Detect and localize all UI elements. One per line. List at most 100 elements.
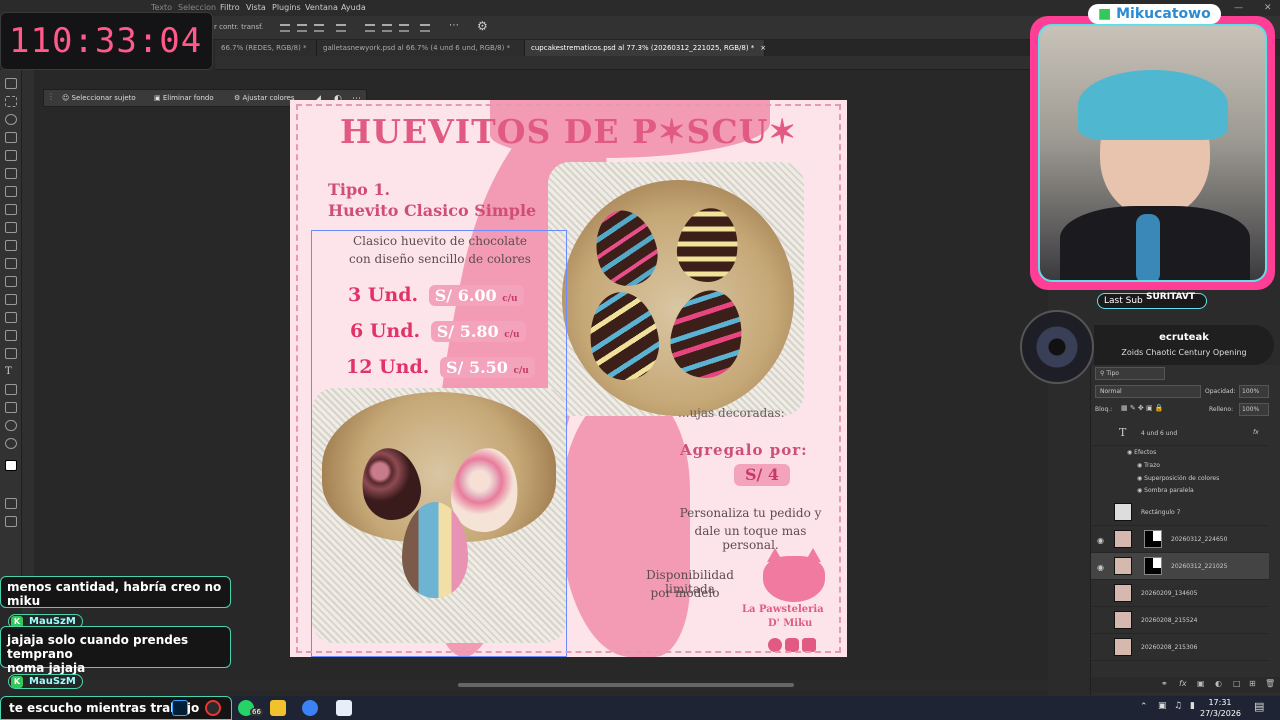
distribute-vertical-icon[interactable] (420, 24, 430, 32)
pen-tool-icon[interactable] (5, 348, 17, 359)
document-canvas[interactable]: HUEVITOS DE P✶SCU✶ Tipo 1. Huevito Clasi… (290, 100, 847, 657)
clock[interactable]: 17:31 27/3/2026 (1200, 697, 1241, 719)
add-fx-icon[interactable]: fx (1179, 679, 1187, 688)
instagram-icon (785, 638, 799, 652)
trash-icon[interactable]: 🗑 (1265, 679, 1275, 688)
show-transform-controls-label[interactable]: r contr. transf. (214, 23, 263, 31)
lasso-tool-icon[interactable] (5, 114, 17, 125)
gear-icon[interactable]: ⚙ (477, 19, 488, 33)
hand-tool-icon[interactable] (5, 420, 17, 431)
add-mask-icon[interactable]: ▣ (1197, 679, 1205, 688)
blur-tool-icon[interactable] (5, 312, 17, 323)
layer-rectangle[interactable]: Rectángulo 7 (1091, 499, 1269, 526)
path-select-icon[interactable] (5, 384, 17, 395)
layer-image-215306[interactable]: 20260208_215306 (1091, 634, 1269, 661)
layer-mask-thumbnail[interactable] (1144, 557, 1162, 575)
more-options-icon[interactable]: ⋯ (449, 20, 459, 31)
layer-image-221025[interactable]: ◉ 20260312_221025 (1091, 553, 1269, 580)
visibility-eye-icon[interactable]: ◉ (1097, 563, 1104, 572)
tab-galletas[interactable]: galletasnewyork.psd al 66.7% (4 und 6 un… (317, 40, 525, 56)
foreground-color-swatch[interactable] (5, 460, 17, 471)
obs-icon[interactable] (205, 700, 221, 716)
move-tool-icon[interactable] (5, 78, 17, 89)
drag-handle-icon[interactable]: ⋮ (47, 92, 55, 101)
menu-item-filtro[interactable]: Filtro (220, 3, 240, 12)
photo-eggs-marble[interactable] (312, 388, 566, 643)
layer-mask-thumbnail[interactable] (1144, 530, 1162, 548)
new-layer-icon[interactable]: ⊞ (1249, 679, 1256, 688)
align-middle-icon[interactable] (382, 24, 392, 32)
tab-cupcakes[interactable]: cupcakestrematicos.psd al 77.3% (2026031… (525, 40, 766, 56)
scrollbar-thumb[interactable] (458, 683, 794, 687)
select-subject-button[interactable]: ☺ Seleccionar sujeto (62, 94, 136, 102)
notepad-icon[interactable] (336, 700, 352, 716)
quick-mask-icon[interactable] (5, 498, 17, 509)
rectangle-tool-icon[interactable] (5, 402, 17, 413)
add-price-pill: S/ 4 (734, 464, 790, 486)
fill-input[interactable]: 100% (1239, 403, 1269, 416)
visibility-eye-icon[interactable]: ◉ (1097, 536, 1104, 545)
filter-kind-select[interactable]: ⚲ Tipo (1095, 367, 1165, 380)
align-left-icon[interactable] (280, 24, 290, 32)
effect-stroke[interactable]: ◉ Trazo (1137, 462, 1160, 469)
object-select-icon[interactable] (5, 132, 17, 143)
frame-tool-icon[interactable] (5, 168, 17, 179)
stamp-tool-icon[interactable] (5, 240, 17, 251)
tab-redes[interactable]: 66.7% (REDES, RGB/8) * (215, 40, 317, 56)
menu-item-vista[interactable]: Vista (246, 3, 266, 12)
effect-drop-shadow[interactable]: ◉ Sombra paralela (1137, 487, 1194, 494)
healing-brush-icon[interactable] (5, 204, 17, 215)
align-bottom-icon[interactable] (399, 24, 409, 32)
effect-color-overlay[interactable]: ◉ Superposición de colores (1137, 475, 1219, 482)
zoom-tool-icon[interactable] (5, 438, 17, 449)
layer-image-134605[interactable]: 20260209_134605 (1091, 580, 1269, 607)
description-line-1: Clasico huevito de chocolate (352, 234, 528, 248)
gradient-tool-icon[interactable] (5, 294, 17, 305)
layer-image-215524[interactable]: 20260208_215524 (1091, 607, 1269, 634)
lock-icons[interactable]: ▦ ✎ ✥ ▣ 🔒 (1121, 404, 1164, 412)
menu-item-ventana[interactable]: Ventana (305, 3, 338, 12)
brush-tool-icon[interactable] (5, 222, 17, 233)
type-tool-icon[interactable]: T (5, 366, 17, 377)
screen-mode-icon[interactable] (5, 516, 17, 527)
marquee-tool-icon[interactable] (5, 96, 17, 107)
file-explorer-icon[interactable] (270, 700, 286, 716)
browser-icon[interactable] (302, 700, 318, 716)
eyedropper-icon[interactable] (5, 186, 17, 197)
price-unit: c/u (504, 330, 520, 340)
menu-item-plugins[interactable]: Plugins (272, 3, 301, 12)
opacity-input[interactable]: 100% (1239, 385, 1269, 398)
link-layers-icon[interactable]: ⚭ (1161, 679, 1168, 688)
crop-tool-icon[interactable] (5, 150, 17, 161)
eraser-tool-icon[interactable] (5, 276, 17, 287)
adjustment-layer-icon[interactable]: ◐ (1215, 679, 1222, 688)
notifications-icon[interactable]: ▤ (1254, 700, 1264, 713)
layer-text[interactable]: T 4 und 6 und fx (1091, 420, 1269, 446)
blend-mode-select[interactable]: Normal (1095, 385, 1201, 398)
close-tab-icon[interactable]: × (760, 44, 766, 52)
dodge-tool-icon[interactable] (5, 330, 17, 341)
network-icon[interactable]: ▣ (1158, 701, 1167, 711)
volume-icon[interactable]: ♫ (1174, 701, 1182, 711)
effects-group[interactable]: ◉ Efectos (1127, 449, 1156, 456)
align-right-icon[interactable] (314, 24, 324, 32)
battery-icon[interactable]: ▮ (1190, 701, 1195, 711)
history-brush-icon[interactable] (5, 258, 17, 269)
tray-arrow-icon[interactable]: ⌃ (1140, 702, 1148, 712)
brand-subname: D' Miku (768, 618, 813, 629)
menu-item-seleccion[interactable]: Seleccion (178, 3, 216, 12)
new-group-icon[interactable]: □ (1233, 679, 1241, 688)
menu-item-ayuda[interactable]: Ayuda (341, 3, 366, 12)
adjust-colors-button[interactable]: ⚙ Ajustar colores (234, 94, 295, 102)
menu-item-texto[interactable]: Texto (151, 3, 172, 12)
close-icon[interactable]: ✕ (1264, 3, 1272, 13)
align-top-icon[interactable] (365, 24, 375, 32)
minimize-icon[interactable]: — (1234, 3, 1243, 13)
photo-eggs-painted[interactable] (548, 162, 804, 416)
align-center-icon[interactable] (297, 24, 307, 32)
distribute-icon[interactable] (336, 24, 346, 32)
fx-icon[interactable]: fx (1253, 429, 1259, 436)
layer-image-224650[interactable]: ◉ 20260312_224650 (1091, 526, 1269, 553)
remove-background-button[interactable]: ▣ Eliminar fondo (154, 94, 214, 102)
photoshop-icon[interactable] (172, 700, 188, 716)
